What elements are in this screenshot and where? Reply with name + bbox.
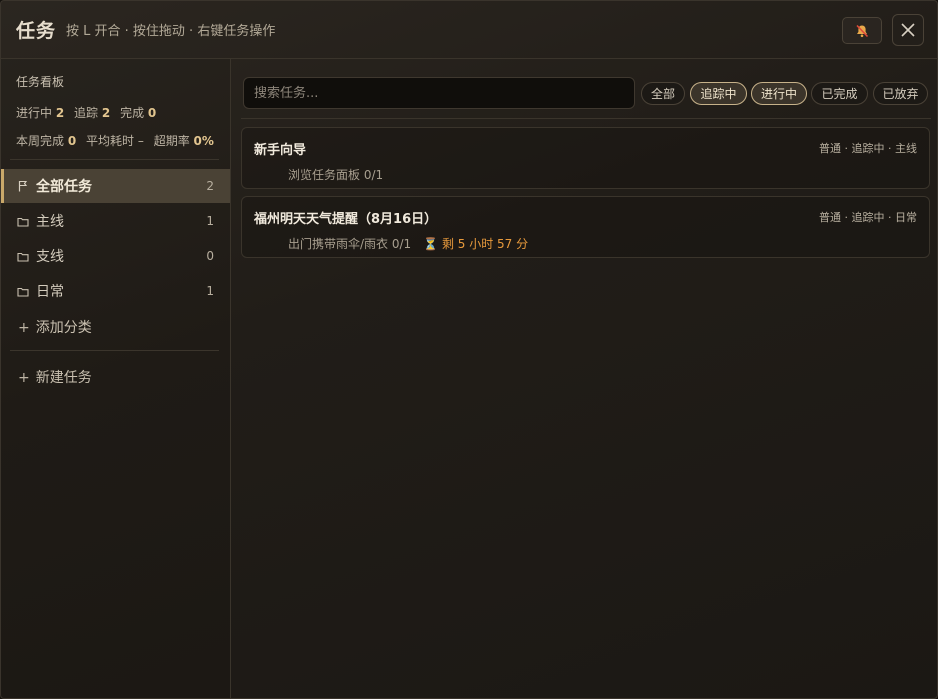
task-window: 任务 按 L 开合 · 按住拖动 · 右键任务操作 任务看板 进行中 2 追踪 … [0, 0, 938, 699]
sidebar: 任务看板 进行中 2 追踪 2 完成 0 本周完成 0 平均耗时 – 超期率 0… [1, 59, 231, 698]
stat-value-avg-time: – [137, 134, 144, 148]
stat-label-in-progress: 进行中 [16, 106, 53, 120]
stat-label-overdue-rate: 超期率 [153, 134, 190, 148]
stat-value-weekly-done: 0 [67, 134, 77, 148]
close-button[interactable] [892, 14, 924, 46]
new-task-label: 新建任务 [35, 370, 92, 386]
status-stats: 进行中 2 追踪 2 完成 0 [16, 104, 156, 121]
subtask-progress: 浏览任务面板 0/1 [288, 166, 383, 183]
sidebar-item-label: 支线 [36, 249, 64, 265]
new-task-button[interactable]: + 新建任务 [18, 367, 92, 387]
divider [10, 350, 219, 351]
folder-icon [16, 284, 30, 298]
sidebar-item-all-tasks[interactable]: 全部任务 2 [1, 169, 230, 203]
plus-icon: + [18, 320, 30, 336]
stat-value-completed: 0 [147, 106, 157, 120]
task-meta: 普通 · 追踪中 · 主线 [819, 142, 917, 155]
subtask-text: 出门携带雨伞/雨衣 0/1 [288, 237, 412, 251]
sidebar-item-label: 全部任务 [36, 179, 92, 195]
task-meta: 普通 · 追踪中 · 日常 [819, 211, 917, 224]
timer-text: 剩 5 小时 57 分 [441, 237, 529, 251]
stat-label-completed: 完成 [120, 106, 145, 120]
sidebar-item-count: 1 [206, 214, 214, 228]
task-list-panel: 全部 追踪中 进行中 已完成 已放弃 新手向导 普通 · 追踪中 · 主线 浏览… [231, 59, 937, 698]
window-title: 任务 [16, 20, 57, 42]
stat-label-avg-time: 平均耗时 [86, 134, 135, 148]
sidebar-item-count: 0 [206, 249, 214, 263]
sidebar-item-side[interactable]: 支线 0 [1, 239, 230, 273]
filter-in-progress[interactable]: 进行中 [751, 82, 807, 105]
folder-icon [16, 249, 30, 263]
search-input[interactable] [243, 77, 635, 109]
stat-value-in-progress: 2 [55, 106, 65, 120]
mute-notifications-button[interactable] [842, 17, 882, 44]
subtask-progress: 出门携带雨伞/雨衣 0/1 ⏳ 剩 5 小时 57 分 [288, 235, 528, 252]
task-title: 福州明天天气提醒（8月16日） [254, 212, 438, 227]
board-title: 任务看板 [16, 75, 65, 89]
add-category-button[interactable]: + 添加分类 [18, 317, 92, 337]
folder-icon [16, 214, 30, 228]
filter-completed[interactable]: 已完成 [811, 82, 868, 105]
sidebar-item-daily[interactable]: 日常 1 [1, 274, 230, 308]
task-card[interactable]: 新手向导 普通 · 追踪中 · 主线 浏览任务面板 0/1 [241, 127, 930, 189]
sidebar-item-count: 1 [206, 284, 214, 298]
task-card[interactable]: 福州明天天气提醒（8月16日） 普通 · 追踪中 · 日常 出门携带雨伞/雨衣 … [241, 196, 930, 258]
stat-label-tracking: 追踪 [74, 106, 99, 120]
plus-icon: + [18, 370, 30, 386]
add-category-label: 添加分类 [35, 320, 92, 336]
filter-tracking[interactable]: 追踪中 [690, 82, 747, 105]
stat-label-weekly-done: 本周完成 [16, 134, 65, 148]
hourglass-icon: ⏳ [423, 237, 438, 251]
sidebar-item-label: 日常 [36, 284, 64, 300]
header-hint: 按 L 开合 · 按住拖动 · 右键任务操作 [66, 24, 276, 39]
sidebar-item-main[interactable]: 主线 1 [1, 204, 230, 238]
stat-value-overdue-rate: 0% [193, 134, 214, 148]
subtask-text: 浏览任务面板 0/1 [288, 168, 384, 182]
flag-icon [16, 179, 30, 193]
sidebar-item-count: 2 [206, 179, 214, 193]
close-icon [901, 23, 915, 37]
window-header[interactable]: 任务 按 L 开合 · 按住拖动 · 右键任务操作 [1, 1, 937, 59]
filter-abandoned[interactable]: 已放弃 [873, 82, 928, 105]
filter-all[interactable]: 全部 [641, 82, 685, 105]
divider [10, 159, 219, 160]
bell-off-icon [856, 24, 869, 37]
task-title: 新手向导 [254, 143, 307, 158]
stat-value-tracking: 2 [101, 106, 111, 120]
sidebar-item-label: 主线 [36, 214, 64, 230]
deadline-timer: ⏳ 剩 5 小时 57 分 [423, 237, 528, 251]
weekly-stats: 本周完成 0 平均耗时 – 超期率 0% [16, 132, 214, 149]
divider [241, 118, 931, 119]
